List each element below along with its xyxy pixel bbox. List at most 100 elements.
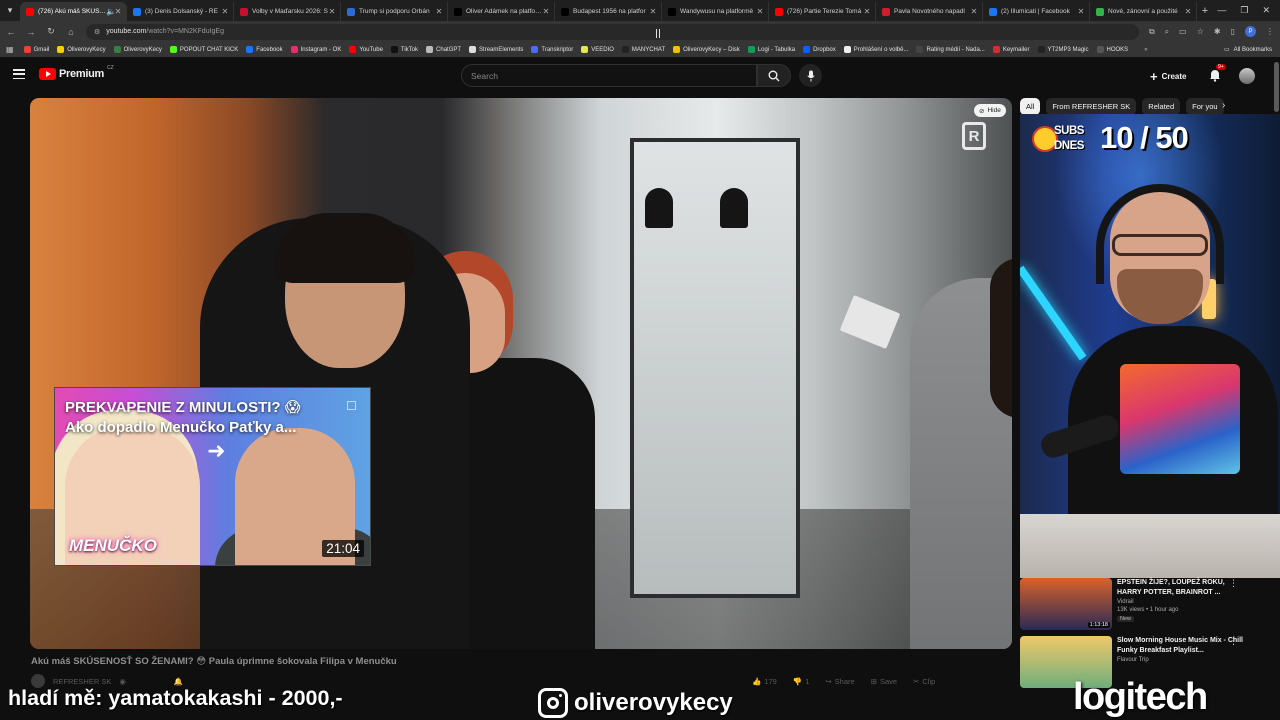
bookmark-star-icon[interactable]: ☆	[1197, 27, 1204, 36]
tab-search-icon[interactable]: ▾	[0, 0, 20, 21]
bookmark-item[interactable]: Prohlášení o volbě...	[843, 46, 908, 53]
video-action-button[interactable]: 👍 179	[752, 677, 777, 686]
close-window-icon[interactable]: ✕	[1262, 5, 1270, 16]
apps-icon[interactable]: ▦	[6, 45, 14, 54]
url-field[interactable]: ⚙ youtube.com/watch?v=MN2KFduIgEg	[86, 23, 1139, 40]
video-action-button[interactable]: 👎 1	[793, 677, 810, 686]
create-button[interactable]: + Create	[1150, 66, 1187, 86]
forward-icon[interactable]: →	[26, 27, 36, 37]
recommendation-channel[interactable]: Vidrail	[1117, 598, 1134, 606]
bookmark-item[interactable]: StreamElements	[469, 46, 523, 53]
tab-close-icon[interactable]: ✕	[114, 7, 122, 16]
notifications-bell-icon[interactable]: 🔔	[174, 677, 183, 686]
tab-close-icon[interactable]: ✕	[1184, 7, 1192, 16]
bookmark-item[interactable]: Gmail	[23, 46, 49, 53]
maximize-icon[interactable]: ❐	[1240, 5, 1248, 16]
tab-close-icon[interactable]: ✕	[221, 7, 229, 16]
more-bookmarks-icon[interactable]: »	[1144, 47, 1147, 53]
tab-close-icon[interactable]: ✕	[328, 7, 336, 16]
youtube-premium-logo[interactable]: Premium CZ	[39, 65, 114, 80]
video-action-button[interactable]: ⊞ Save	[871, 677, 897, 686]
cast-icon[interactable]: ▭	[1179, 27, 1187, 36]
home-icon[interactable]: ⌂	[66, 27, 76, 37]
bookmark-item[interactable]: POPOUT CHAT KICK	[169, 46, 238, 53]
bookmark-item[interactable]: VEEDIO	[581, 46, 614, 53]
search-input[interactable]	[461, 64, 757, 87]
bookmark-item[interactable]: Keymailer	[992, 46, 1030, 53]
filter-chip[interactable]: All	[1020, 98, 1041, 115]
video-action-button[interactable]: ✂ Clip	[913, 677, 935, 686]
bookmark-item[interactable]: Logi - Tabulka	[747, 46, 795, 53]
new-tab-icon[interactable]: +	[1197, 5, 1213, 17]
video-action-button[interactable]: ↪ Share	[825, 677, 854, 686]
bookmark-item[interactable]: OliverovyKecy – Disk	[673, 46, 740, 53]
recommendation-title[interactable]: Slow Morning House Music Mix - Chill Fun…	[1117, 636, 1245, 655]
bookmark-item[interactable]: Dropbox	[803, 46, 836, 53]
browser-tab[interactable]: (3) Denis Dolsanský - RE ✕	[127, 2, 234, 21]
hide-endscreen-button[interactable]: ⊘ Hide	[974, 104, 1006, 117]
browser-tab[interactable]: Nové, zánovní a použité ✕	[1090, 2, 1197, 21]
profile-avatar[interactable]: P	[1245, 26, 1256, 37]
video-action-icon: ✂	[913, 677, 920, 686]
bookmark-item[interactable]: Facebook	[246, 46, 283, 53]
bookmark-item[interactable]: ChatGPT	[426, 46, 461, 53]
tab-close-icon[interactable]: ✕	[649, 7, 657, 16]
bookmark-item[interactable]: Instagram - OK	[290, 46, 341, 53]
browser-tab[interactable]: (726) Akú máš SKÚSEN 🔈 ✕	[20, 2, 127, 21]
bookmark-item[interactable]: Rating médií - Nada...	[916, 46, 985, 53]
chevron-right-icon[interactable]: ›	[1222, 100, 1225, 111]
site-info-icon[interactable]: ⚙	[94, 28, 100, 36]
browser-tab[interactable]: Budapest 1956 na platfor ✕	[555, 2, 662, 21]
tab-close-icon[interactable]: ✕	[756, 7, 764, 16]
zoom-icon[interactable]: ⌕	[1165, 27, 1169, 37]
bookmark-item[interactable]: HOOKS	[1096, 46, 1128, 53]
browser-tab[interactable]: Wandywusu na platformě ✕	[662, 2, 769, 21]
bookmark-item[interactable]: TikTok	[390, 46, 418, 53]
filter-chip[interactable]: From REFRESHER SK	[1046, 98, 1137, 115]
more-options-icon[interactable]: ⋮	[1229, 578, 1238, 589]
tab-close-icon[interactable]: ✕	[1077, 7, 1085, 16]
tab-audio-icon[interactable]: 🔈	[106, 7, 116, 16]
extensions-icon[interactable]: ✱	[1214, 27, 1221, 36]
tab-close-icon[interactable]: ✕	[435, 7, 443, 16]
browser-menu-icon[interactable]: ⋮	[1266, 27, 1274, 36]
tab-close-icon[interactable]: ✕	[970, 7, 978, 16]
tab-close-icon[interactable]: ✕	[863, 7, 871, 16]
bookmark-item[interactable]: Transkriptor	[531, 46, 573, 53]
browser-tab[interactable]: (726) Partie Terezie Tomá ✕	[769, 2, 876, 21]
browser-tab[interactable]: Trump si podporu Orbán ✕	[341, 2, 448, 21]
sidebar-icon[interactable]: ▯	[1231, 27, 1235, 36]
minimize-icon[interactable]: —	[1217, 5, 1226, 16]
channel-name[interactable]: REFRESHER SK	[53, 677, 111, 686]
all-bookmarks-button[interactable]: ▭ All Bookmarks	[1224, 46, 1280, 54]
account-avatar[interactable]	[1239, 68, 1255, 84]
channel-watermark-icon[interactable]: R	[962, 122, 986, 150]
filter-chip[interactable]: For you	[1186, 98, 1224, 115]
more-options-icon[interactable]: ⋮	[1229, 636, 1238, 647]
video-player[interactable]: ⊘ Hide R	[30, 98, 1012, 649]
recommendation-channel[interactable]: Flavour Trip	[1117, 656, 1149, 664]
browser-tab[interactable]: Oliver Adámek na platform ✕	[448, 2, 555, 21]
reload-icon[interactable]: ↻	[46, 26, 56, 37]
tab-close-icon[interactable]: ✕	[542, 7, 550, 16]
browser-tab[interactable]: Volby v Maďarsku 2026: S ✕	[234, 2, 341, 21]
endscreen-video-card[interactable]: ➜ PREKVAPENIE Z MINULOSTI? 😱 Ako dopadlo…	[54, 387, 371, 566]
bookmark-item[interactable]: YT2MP3 Magic	[1037, 46, 1089, 53]
recommendation-thumbnail[interactable]: 1:13:18	[1020, 578, 1112, 630]
recommendation-item[interactable]: 1:13:18 EPSTEIN ŽIJE?, LOUPEŽ ROKU, HARRY…	[1020, 578, 1280, 636]
page-scrollbar[interactable]	[1274, 62, 1279, 112]
recommendation-title[interactable]: EPSTEIN ŽIJE?, LOUPEŽ ROKU, HARRY POTTER…	[1117, 578, 1245, 597]
bookmark-item[interactable]: YouTube	[349, 46, 383, 53]
browser-tab[interactable]: (2) Illumicati | Facebook ✕	[983, 2, 1090, 21]
browser-tab[interactable]: Pavla Novotného napadl ✕	[876, 2, 983, 21]
search-button[interactable]	[757, 64, 791, 87]
bookmark-item[interactable]: MANYCHAT	[621, 46, 665, 53]
menu-icon[interactable]	[13, 69, 25, 79]
notifications-button[interactable]: 9+	[1208, 64, 1226, 82]
bookmark-item[interactable]: OliverovyKecy	[57, 46, 106, 53]
filter-chip[interactable]: Related	[1142, 98, 1181, 115]
bookmark-item[interactable]: OliverovyKecy	[113, 46, 162, 53]
voice-search-button[interactable]	[799, 64, 822, 87]
translate-icon[interactable]: ⧉	[1149, 27, 1155, 37]
back-icon[interactable]: ←	[6, 27, 16, 37]
